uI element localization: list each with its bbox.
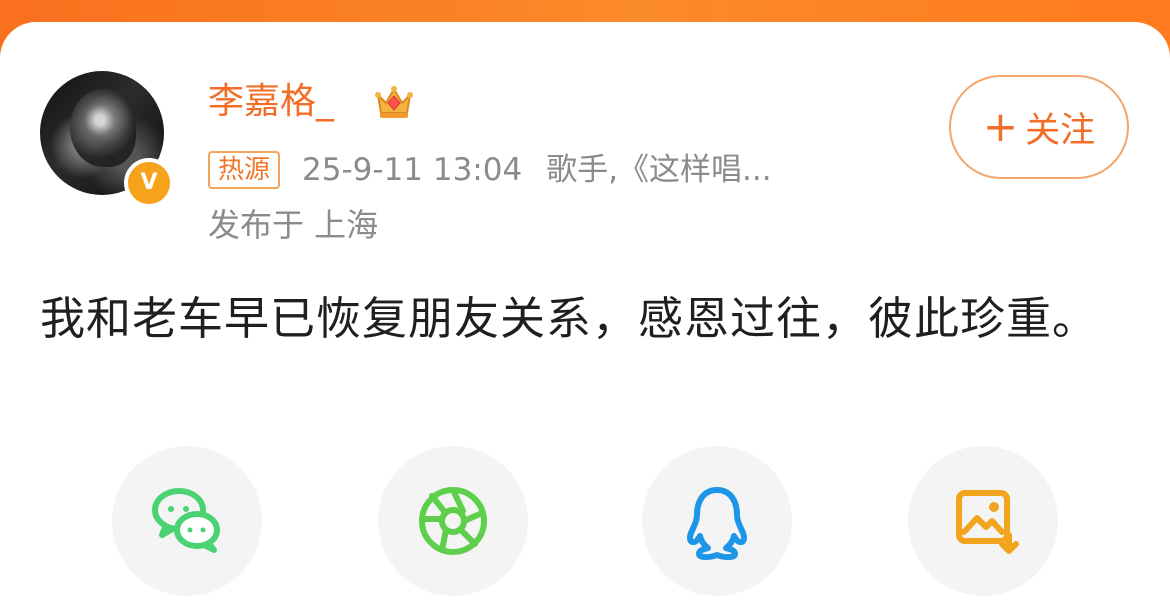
post-card: V 李嘉格_ 热源 25-9-11 13:04 歌手,《这样唱... 发布于 上… [0,22,1170,612]
qq-icon [687,487,747,561]
save-image-button[interactable] [908,446,1058,596]
moments-icon [419,487,487,555]
share-moments-button[interactable] [378,446,528,596]
wechat-icon [152,488,220,553]
post-content: 我和老车早已恢复朋友关系，感恩过往，彼此珍重。 [40,292,1099,345]
post-timestamp: 25-9-11 13:04 [302,152,523,188]
post-location: 发布于 上海 [208,206,379,244]
hot-source-badge[interactable]: 热源 [208,151,281,189]
follow-label: 关注 [1025,110,1096,151]
save-image-icon [956,490,1019,554]
post-meta-row: 热源 25-9-11 13:04 歌手,《这样唱... [208,148,772,192]
verified-badge-icon: V [124,158,174,208]
plus-icon: + [982,102,1019,151]
follow-button[interactable]: + 关注 [949,75,1129,179]
avatar-image [70,89,136,167]
user-description: 歌手,《这样唱... [546,152,772,188]
share-wechat-button[interactable] [112,446,262,596]
crown-icon [375,86,413,118]
share-qq-button[interactable] [642,446,792,596]
username[interactable]: 李嘉格_ [208,78,334,126]
